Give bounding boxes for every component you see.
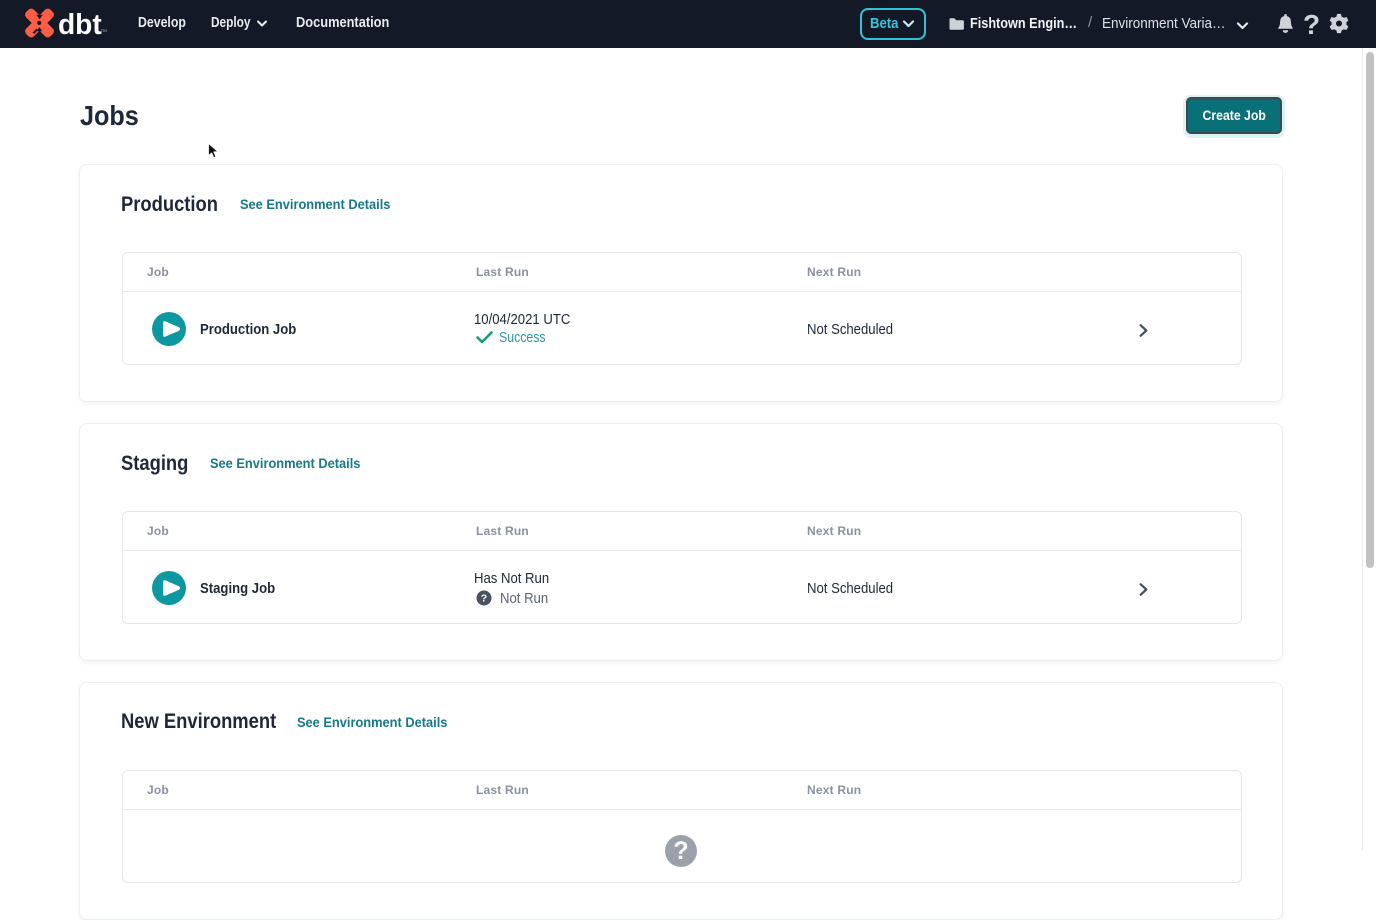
svg-text:?: ? (673, 837, 688, 865)
svg-text:?: ? (481, 593, 487, 605)
